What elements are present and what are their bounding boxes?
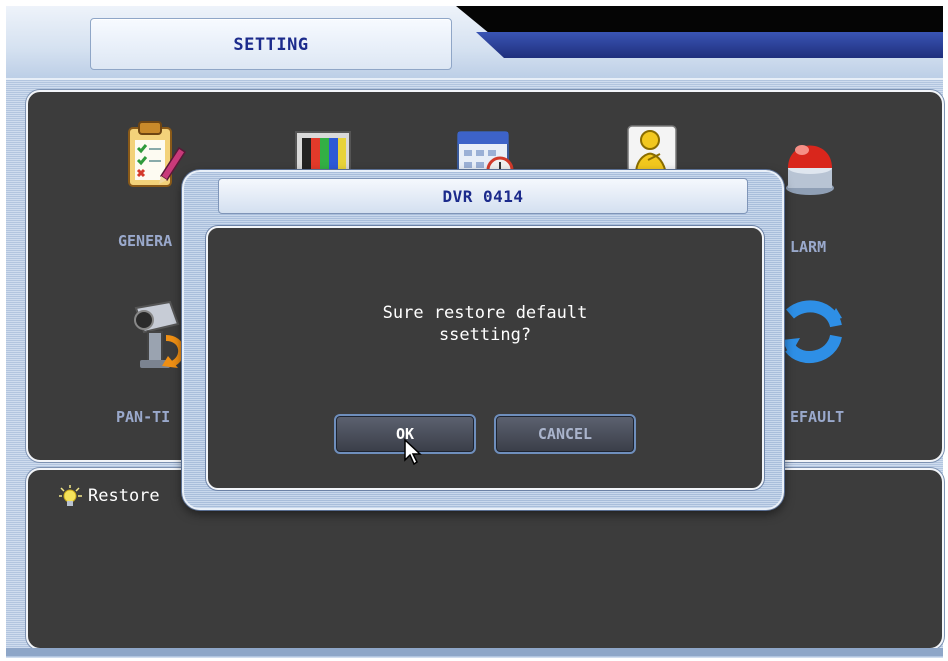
dialog-message: Sure restore default ssetting? <box>208 302 762 346</box>
cancel-button[interactable]: CANCEL <box>494 414 636 454</box>
alarm-siren-icon <box>786 145 834 195</box>
bottom-strip <box>6 648 943 656</box>
status-text: Restore <box>88 486 160 506</box>
header-blue-accent <box>476 32 943 58</box>
dialog-titlebar: DVR 0414 <box>218 178 748 214</box>
lightbulb-icon <box>59 485 82 506</box>
menu-label-default: EFAULT <box>790 408 845 426</box>
menu-label-pan-tilt: PAN-TI <box>116 408 171 426</box>
general-settings-icon <box>128 121 187 187</box>
menu-label-general: GENERA <box>118 232 173 250</box>
dialog-title: DVR 0414 <box>442 187 524 206</box>
page-title: SETTING <box>233 35 309 55</box>
dialog-message-line1: Sure restore default <box>382 303 588 323</box>
dialog-body: Sure restore default ssetting? OK CANCEL <box>206 226 764 490</box>
restore-dialog: DVR 0414 Sure restore default ssetting? … <box>182 170 784 510</box>
display-color-bars-icon <box>295 131 351 176</box>
mouse-cursor-icon <box>404 438 422 466</box>
header-bar: SETTING <box>6 6 943 82</box>
menu-label-alarm: LARM <box>790 238 827 256</box>
default-restore-icon <box>782 300 842 363</box>
title-tab: SETTING <box>90 18 452 70</box>
pan-tilt-camera-icon <box>134 300 184 368</box>
dialog-message-line2: ssetting? <box>438 325 532 345</box>
